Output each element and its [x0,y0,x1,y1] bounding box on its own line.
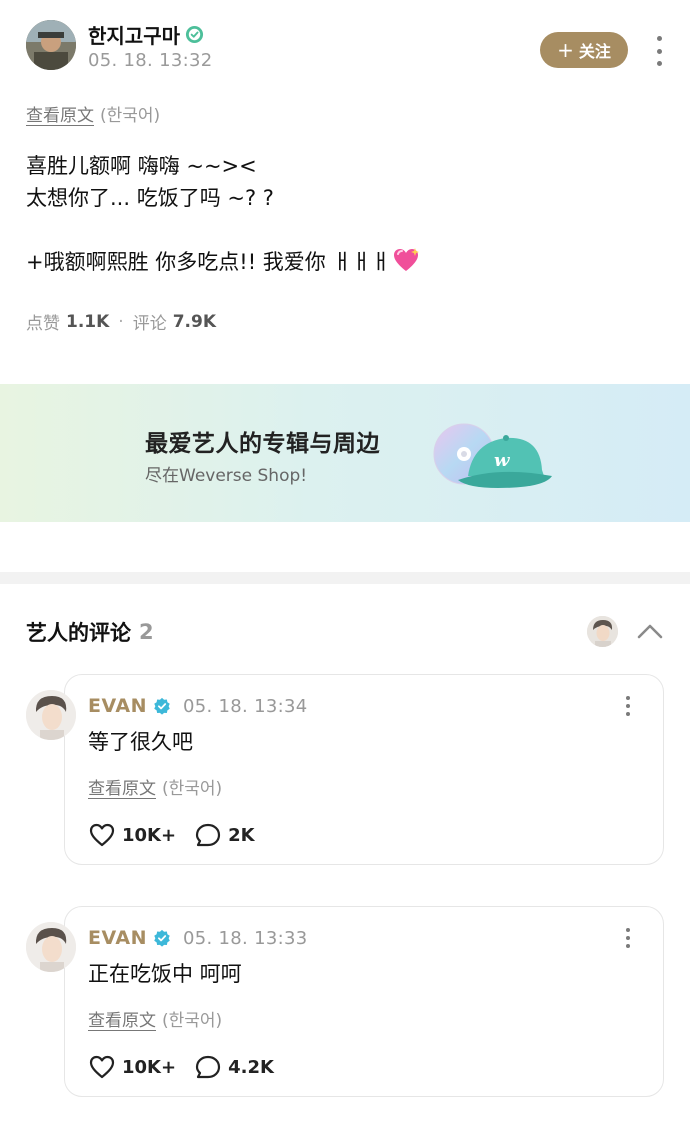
comment-likes-count: 10K+ [122,824,177,846]
comment-actions: 10K+ 2K [88,822,255,848]
heart-icon[interactable] [88,822,116,848]
comment-actions: 10K+ 4.2K [88,1054,274,1080]
original-language: (한국어) [100,106,161,126]
likes-count[interactable]: 1.1K [66,312,109,332]
post-line: 喜胜儿额啊 嗨嗨 ~~>< [26,154,257,178]
comment-translate-row: 查看原文 (한국어) [88,774,222,799]
original-language: (한국어) [162,1011,223,1031]
author-avatar[interactable] [26,20,76,70]
chevron-up-icon[interactable] [636,621,664,641]
artist-avatar-small[interactable] [587,616,618,647]
comments-count[interactable]: 7.9K [173,312,216,332]
artist-comments-header: 艺人的评论 2 [26,617,154,647]
reply-bubble-icon[interactable] [194,1054,222,1080]
comment-meta: EVAN 05. 18. 13:33 [88,924,307,952]
artist-comments-count: 2 [139,620,154,644]
artist-comments-title: 艺人的评论 [26,621,131,645]
verified-icon [185,25,204,43]
plus-icon: + [557,38,574,62]
comment-timestamp: 05. 18. 13:34 [183,695,308,717]
svg-text:w: w [494,450,511,471]
post-timestamp: 05. 18. 13:32 [88,50,213,71]
comment-avatar[interactable] [26,922,76,972]
comment-translate-row: 查看原文 (한국어) [88,1006,222,1031]
sparkling-heart-icon [394,248,420,271]
follow-button[interactable]: + 关注 [540,32,628,68]
post-body: 喜胜儿额啊 嗨嗨 ~~>< 太想你了... 吃饭了吗 ~? ? +哦额啊熙胜 你… [26,150,420,278]
comment-avatar[interactable] [26,690,76,740]
artist-comment: EVAN 05. 18. 13:33 正在吃饭中 呵呵 查看原文 (한국어) 1… [26,906,666,1102]
post-translate-row: 查看原文 (한국어) [26,101,160,126]
comment-timestamp: 05. 18. 13:33 [183,927,308,949]
author-name-row: 한지고구마 [88,20,204,49]
post-header: 한지고구마 05. 18. 13:32 + 关注 [26,18,676,78]
post-line-4: +哦额啊熙胜 你多吃点!! 我爱你 ㅐㅐㅐ [26,246,420,278]
comment-likes-count: 10K+ [122,1056,177,1078]
view-original-link[interactable]: 查看原文 [88,774,156,799]
artist-comment: EVAN 05. 18. 13:34 等了很久吧 查看原文 (한국어) 10K+… [26,674,666,870]
comment-text: 正在吃饭中 呵呵 [88,962,242,986]
post-line: 太想你了... 吃饭了吗 ~? ? [26,186,274,210]
comment-meta: EVAN 05. 18. 13:34 [88,692,307,720]
comment-replies-count: 4.2K [228,1056,274,1078]
likes-label: 点赞 [26,314,60,334]
original-language: (한국어) [162,779,223,799]
comment-replies-count: 2K [228,824,255,846]
author-name[interactable]: 한지고구마 [88,20,180,49]
comment-more-icon[interactable] [624,696,632,716]
section-divider [0,572,690,584]
comment-more-icon[interactable] [624,928,632,948]
view-original-link[interactable]: 查看原文 [88,1006,156,1031]
comment-text: 等了很久吧 [88,730,193,754]
comment-author[interactable]: EVAN [88,695,147,717]
verified-icon [154,929,170,947]
heart-icon[interactable] [88,1054,116,1080]
album-cap-illustration: w [433,423,552,488]
verified-icon [154,697,170,715]
comment-author[interactable]: EVAN [88,927,147,949]
reply-bubble-icon[interactable] [194,822,222,848]
follow-label: 关注 [578,42,611,61]
more-options-icon[interactable] [655,36,663,66]
post-stats: 点赞 1.1K · 评论 7.9K [26,309,216,335]
comments-label: 评论 [132,314,167,334]
weverse-shop-banner[interactable]: 最爱艺人的专辑与周边 尽在Weverse Shop! w [0,384,690,522]
banner-subtitle: 尽在Weverse Shop! [145,466,308,486]
view-original-link[interactable]: 查看原文 [26,101,94,126]
post-line: +哦额啊熙胜 你多吃点!! 我爱你 ㅐㅐㅐ [26,250,391,274]
banner-title: 最爱艺人的专辑与周边 [145,431,380,457]
post-line [26,214,420,246]
